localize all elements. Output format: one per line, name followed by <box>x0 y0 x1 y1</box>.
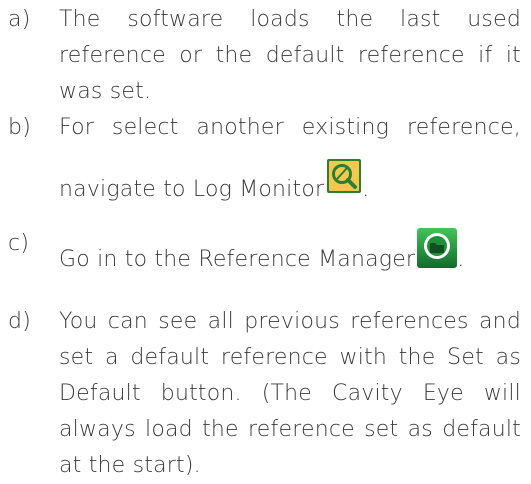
step-d-line-3: Default button. (The Cavity Eye will <box>59 381 521 406</box>
step-d-line-4: always load the reference set as default <box>59 417 521 442</box>
step-c-line-1-text: Go in to the Reference Manager <box>59 247 416 272</box>
step-c-line-1: Go in to the Reference Manager . <box>59 226 521 278</box>
instruction-document: a) The software loads the last used refe… <box>0 0 531 483</box>
step-b-line-1: For select another existing reference, <box>59 115 521 140</box>
step-b-period: . <box>362 177 370 202</box>
step-b-line-2-text: navigate to Log Monitor <box>59 177 325 202</box>
step-d-line-1: You can see all previous references and <box>59 309 521 334</box>
step-d-text: You can see all previous references and … <box>59 304 521 484</box>
log-monitor-icon[interactable] <box>326 159 362 208</box>
step-a-marker: a) <box>8 7 31 32</box>
step-d-line-2: set a default reference with the Set as <box>59 345 521 370</box>
step-b-marker: b) <box>8 115 32 140</box>
reference-manager-icon[interactable] <box>417 226 458 278</box>
step-a-text: The software loads the last used referen… <box>59 2 521 110</box>
step-a-line-1: The software loads the last used <box>59 7 521 32</box>
step-b-line-2: navigate to Log Monitor . <box>59 159 521 208</box>
step-c-text: Go in to the Reference Manager . <box>59 226 521 278</box>
step-a-line-2: reference or the default reference if it <box>59 43 521 68</box>
step-d-line-5: at the start). <box>59 453 201 478</box>
step-c-period: . <box>457 247 465 272</box>
step-b-text: For select another existing reference, n… <box>59 110 521 208</box>
step-d-marker: d) <box>8 309 32 334</box>
step-a-line-3: was set. <box>59 79 152 104</box>
step-c-marker: c) <box>8 231 30 256</box>
